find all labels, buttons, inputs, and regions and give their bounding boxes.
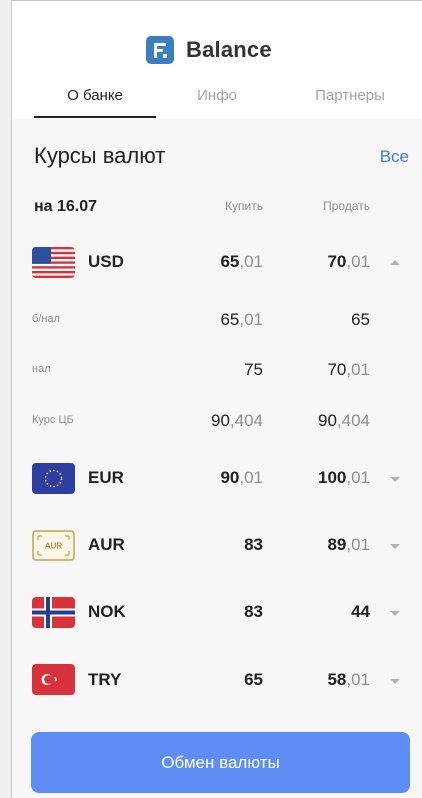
app-logo: Balance	[146, 36, 272, 64]
chevron-down-icon[interactable]	[390, 611, 400, 616]
svg-text:AUR: AUR	[45, 542, 63, 551]
chevron-down-icon[interactable]	[390, 679, 400, 684]
chevron-down-icon[interactable]	[390, 544, 400, 549]
detail-sell-rate: 70,01	[327, 360, 370, 379]
detail-label: Курс ЦБ	[32, 414, 74, 426]
detail-sell-rate: 65	[351, 310, 370, 329]
currency-row-nok[interactable]: NOK 83 44	[12, 591, 422, 635]
app-title: Balance	[186, 37, 272, 62]
detail-row-cashless: б/нал 65,01 65	[12, 303, 422, 347]
column-header-sell: Продать	[323, 199, 370, 213]
currency-code: TRY	[88, 670, 122, 689]
buy-rate: 83	[244, 602, 263, 621]
all-rates-link[interactable]: Все	[380, 147, 409, 167]
currency-code: NOK	[88, 602, 126, 621]
turkey-flag-icon	[32, 664, 75, 695]
active-tab-indicator	[34, 116, 156, 118]
usa-flag-icon	[32, 247, 75, 278]
tab-info[interactable]: Инфо	[172, 87, 262, 104]
detail-sell-rate: 90,404	[317, 411, 370, 430]
column-header-buy: Купить	[225, 199, 263, 213]
aur-badge-icon: AUR	[32, 530, 75, 561]
detail-row-central-bank: Курс ЦБ 90,404 90,404	[12, 404, 422, 448]
sell-rate: 89,01	[327, 535, 370, 554]
currency-code: AUR	[88, 535, 125, 554]
header: Balance О банке Инфо Партнеры	[12, 1, 422, 119]
buy-rate: 65,01	[220, 252, 263, 271]
sell-rate: 100,01	[317, 468, 370, 487]
rates-date: на 16.07	[34, 198, 98, 215]
detail-buy-rate: 75	[244, 360, 263, 379]
currency-row-usd[interactable]: USD 65,01 70,01	[12, 241, 422, 285]
buy-rate: 65	[244, 670, 263, 689]
rates-section: Курсы валют Все на 16.07 Купить Продать	[12, 119, 422, 798]
balance-logo-icon	[146, 36, 174, 64]
detail-buy-rate: 65,01	[220, 310, 263, 329]
detail-label: б/нал	[32, 313, 60, 325]
currency-code: USD	[88, 252, 124, 271]
tab-partners[interactable]: Партнеры	[295, 87, 405, 104]
chevron-down-icon[interactable]	[390, 477, 400, 482]
app-screen: Balance О банке Инфо Партнеры Курсы валю…	[11, 0, 422, 798]
norway-flag-icon	[32, 597, 75, 628]
currency-row-try[interactable]: TRY 65 58,01	[12, 659, 422, 703]
sell-rate: 44	[351, 602, 370, 621]
section-title: Курсы валют	[34, 143, 166, 168]
sell-rate: 70,01	[327, 252, 370, 271]
tab-about-bank[interactable]: О банке	[34, 87, 156, 104]
currency-code: EUR	[88, 468, 124, 487]
currency-row-aur[interactable]: AUR AUR 83 89,01	[12, 524, 422, 568]
buy-rate: 83	[244, 535, 263, 554]
detail-label: нал	[32, 363, 51, 375]
currency-exchange-button[interactable]: Обмен валюты	[31, 732, 410, 793]
tab-bar: О банке Инфо Партнеры	[12, 85, 422, 119]
chevron-up-icon[interactable]	[390, 260, 400, 265]
detail-buy-rate: 90,404	[210, 411, 263, 430]
eu-flag-icon	[32, 463, 75, 494]
sell-rate: 58,01	[327, 670, 370, 689]
currency-row-eur[interactable]: EUR 90,01 100,01	[12, 457, 422, 501]
detail-row-cash: нал 75 70,01	[12, 353, 422, 397]
buy-rate: 90,01	[220, 468, 263, 487]
